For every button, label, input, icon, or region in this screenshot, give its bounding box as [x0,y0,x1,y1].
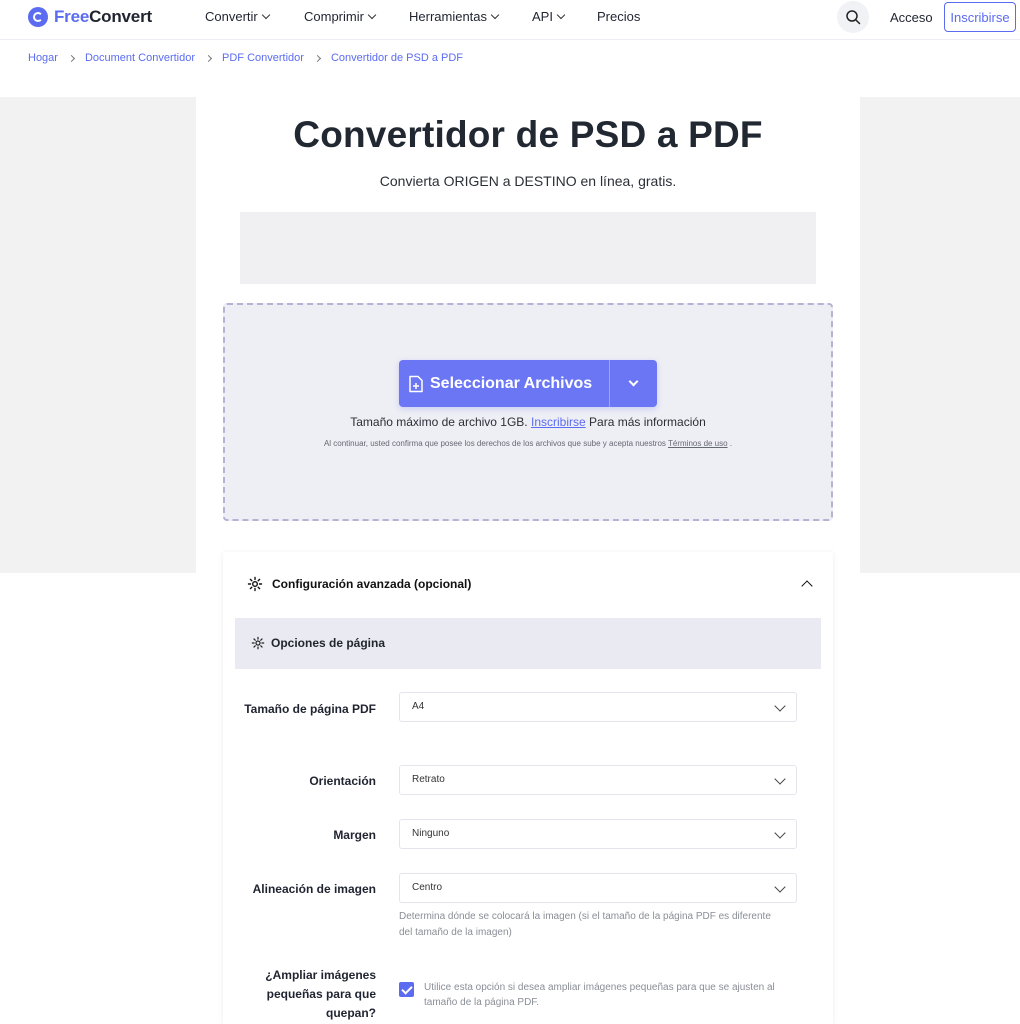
signup-button[interactable]: Inscribirse [944,2,1016,32]
nav-precios[interactable]: Precios [597,9,640,24]
enlarge-help: Utilice esta opción si desea ampliar imá… [424,982,775,1008]
terms-link[interactable]: Términos de uso [668,439,728,448]
advanced-settings-header[interactable]: Configuración avanzada (opcional) [247,576,471,592]
page-subtitle: Convierta ORIGEN a DESTINO en línea, gra… [379,173,677,189]
chevron-right-icon [204,54,213,62]
chevron-down-icon [774,773,786,785]
page-size-value: A4 [412,701,425,712]
chevron-down-icon [367,10,377,20]
terms-text: Al continuar, usted confirma que posee l… [323,439,733,448]
margin-value: Ninguno [412,828,450,839]
breadcrumb: Hogar Document Convertidor PDF Convertid… [28,52,463,64]
chevron-right-icon [313,54,321,62]
margin-label: Margen [333,828,376,842]
margin-select[interactable]: Ninguno [399,819,797,849]
breadcrumb-home[interactable]: Hogar [28,52,58,64]
alignment-label: Alineación de imagen [252,882,376,896]
page-options-header: Opciones de página [251,636,385,650]
logo[interactable]: FreeConvert [28,7,152,27]
signup-link[interactable]: Inscribirse [531,415,586,429]
ad-placeholder [240,212,816,284]
orientation-value: Retrato [412,774,445,785]
select-files-label: Seleccionar Archivos [430,374,593,392]
enlarge-checkbox[interactable] [399,982,414,997]
chevron-down-icon [628,376,639,387]
file-add-icon [409,375,423,392]
nav-convertir[interactable]: Convertir [205,9,270,24]
orientation-select[interactable]: Retrato [399,765,797,795]
top-navbar: FreeConvert Convertir Comprimir Herramie… [0,0,1020,40]
chevron-down-icon [556,10,566,20]
chevron-down-icon [490,10,500,20]
alignment-select[interactable]: Centro [399,873,797,903]
chevron-down-icon [774,827,786,839]
advanced-settings-title: Configuración avanzada (opcional) [272,577,472,591]
logo-text: FreeConvert [54,7,152,26]
page-size-select[interactable]: A4 [399,692,797,722]
orientation-label: Orientación [309,774,376,788]
gear-icon [247,576,263,592]
search-icon [846,10,861,25]
enlarge-label: ¿Ampliar imágenes pequeñas para que quep… [265,968,376,1020]
breadcrumb-document-converter[interactable]: Document Convertidor [85,52,195,64]
file-dropzone[interactable] [223,303,833,521]
breadcrumb-pdf-converter[interactable]: PDF Convertidor [222,52,304,64]
alignment-help: Determina dónde se colocará la imagen (s… [399,911,771,938]
max-size-text: Tamaño máximo de archivo 1GB. Inscribirs… [350,415,706,429]
freeconvert-logo-icon [28,7,48,27]
page-size-label: Tamaño de página PDF [244,702,376,716]
chevron-down-icon [774,881,786,893]
breadcrumb-current: Convertidor de PSD a PDF [330,52,464,64]
nav-herramientas[interactable]: Herramientas [409,9,500,24]
select-files-button[interactable]: Seleccionar Archivos [399,360,657,407]
chevron-down-icon [261,10,270,20]
login-link[interactable]: Acceso [890,10,933,25]
page-options-title: Opciones de página [271,636,386,650]
nav-comprimir[interactable]: Comprimir [304,9,377,24]
chevron-right-icon [67,54,76,62]
nav-api[interactable]: API [532,9,566,24]
search-button[interactable] [837,1,869,33]
gear-icon [251,636,265,650]
chevron-down-icon [774,700,786,712]
select-files-main[interactable]: Seleccionar Archivos [399,360,610,407]
alignment-value: Centro [412,882,443,893]
upload-source-dropdown[interactable] [610,360,657,407]
page-title: Convertidor de PSD a PDF [293,114,763,155]
